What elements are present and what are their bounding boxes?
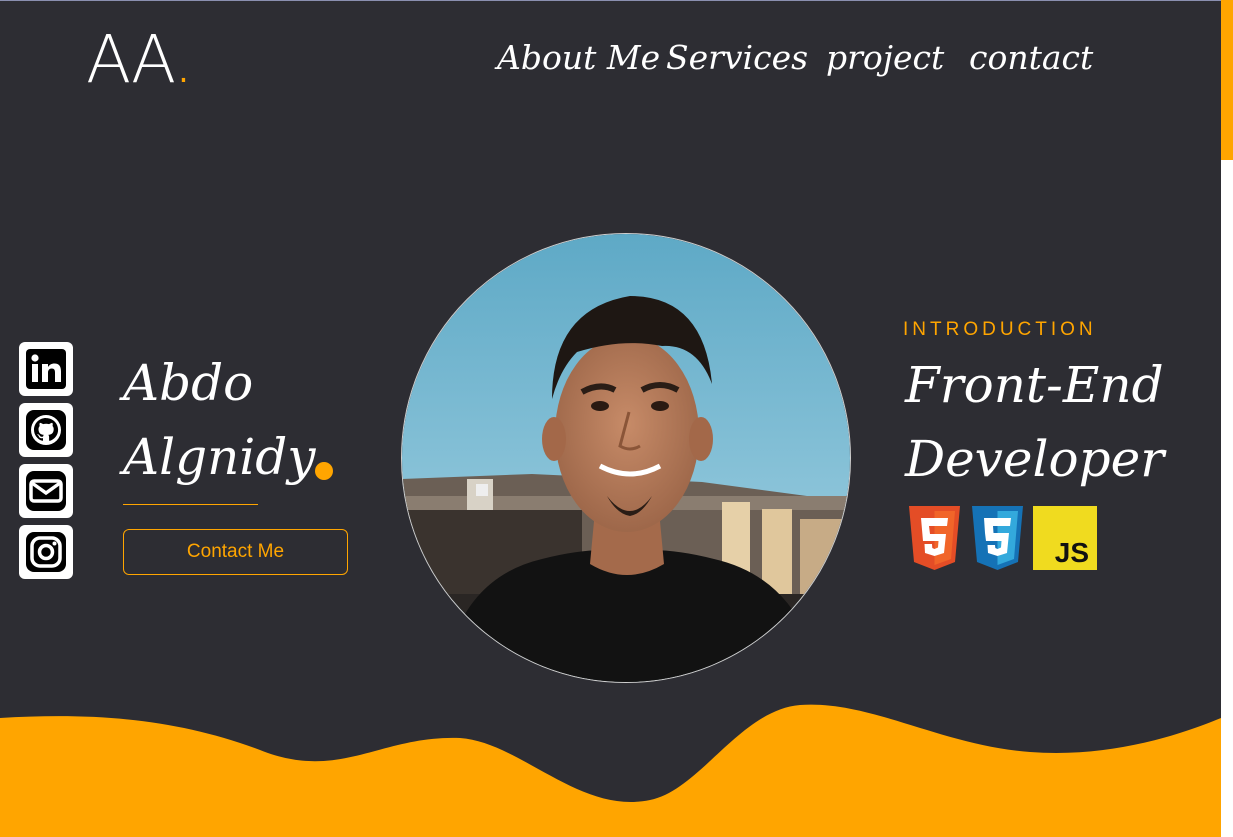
linkedin-link[interactable]: [19, 342, 73, 396]
nav-about-me[interactable]: About Me: [497, 36, 660, 80]
last-name: Algnidy: [123, 428, 316, 486]
github-icon: [26, 410, 66, 450]
instagram-link[interactable]: [19, 525, 73, 579]
scrollbar-thumb[interactable]: [1221, 0, 1233, 160]
js-icon: JS: [1033, 506, 1097, 570]
accent-dot: [315, 462, 333, 480]
instagram-icon: [26, 532, 66, 572]
site-logo[interactable]: AA.: [86, 20, 194, 100]
css3-icon: [972, 506, 1023, 570]
nav-project[interactable]: project: [826, 36, 944, 80]
first-name: Abdo: [123, 354, 254, 412]
contact-me-button[interactable]: Contact Me: [123, 529, 348, 575]
email-link[interactable]: [19, 464, 73, 518]
bottom-wave: [0, 704, 1221, 837]
hero-name: Abdo Algnidy: [123, 346, 333, 494]
name-underline: [123, 504, 258, 505]
job-title-line1: Front-End: [905, 356, 1164, 414]
github-link[interactable]: [19, 403, 73, 457]
linkedin-icon: [26, 349, 66, 389]
intro-label: INTRODUCTION: [903, 319, 1097, 340]
profile-photo: [401, 233, 851, 683]
js-icon-label: JS: [1055, 537, 1089, 568]
job-title: Front-End Developer: [905, 348, 1164, 496]
mail-icon: [26, 471, 66, 511]
logo-text: AA: [86, 21, 175, 98]
nav-services[interactable]: Services: [666, 36, 808, 80]
job-title-line2: Developer: [905, 430, 1165, 488]
logo-dot: .: [172, 21, 194, 98]
nav-contact[interactable]: contact: [969, 36, 1093, 80]
html5-icon: [909, 506, 960, 570]
social-links: [19, 342, 73, 586]
